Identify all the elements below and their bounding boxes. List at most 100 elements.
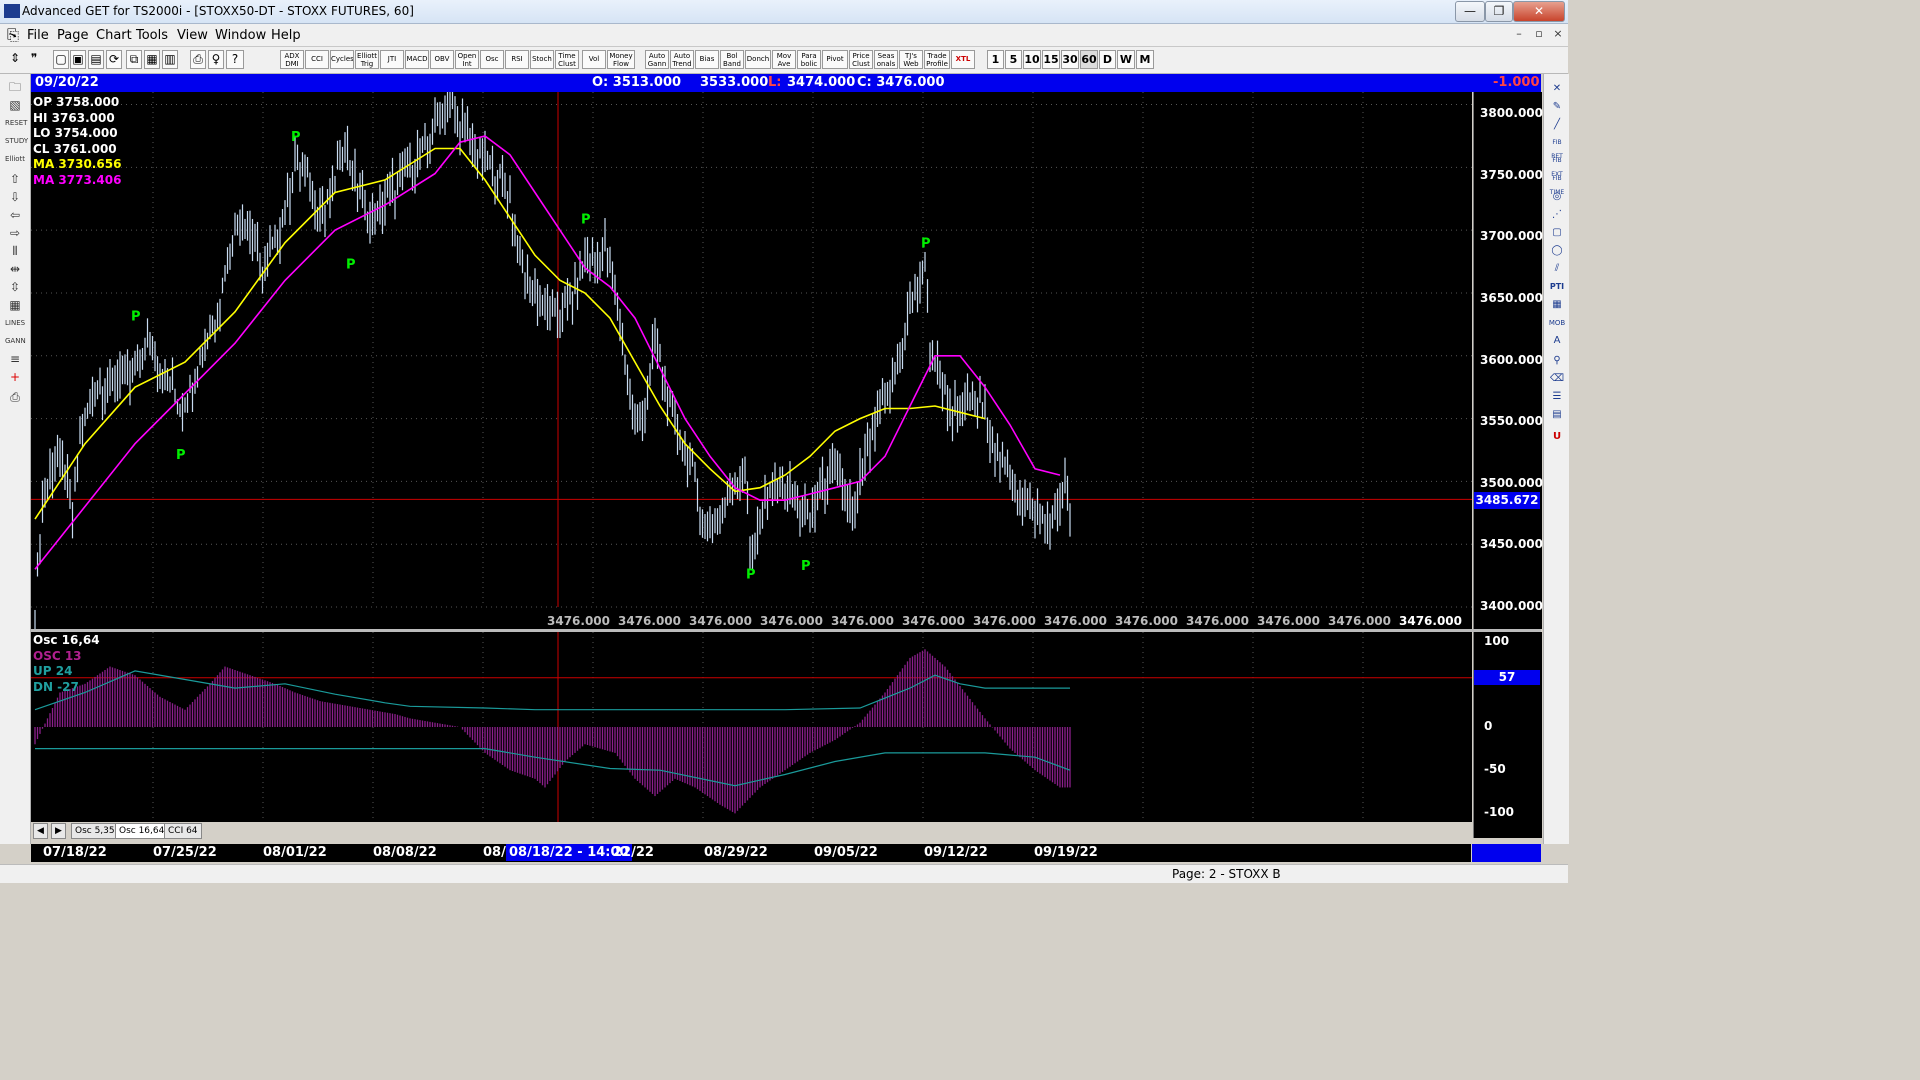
spiral-icon[interactable]: ◎	[1548, 190, 1566, 204]
fib-time-icon[interactable]: FIB TIME	[1548, 172, 1566, 196]
arrow-up-icon[interactable]: ⇧	[5, 172, 25, 187]
box-icon[interactable]: ▢	[1548, 226, 1566, 240]
pti-icon[interactable]: PTI	[1548, 280, 1566, 294]
tab-scroll-left-icon[interactable]: ◀	[33, 823, 48, 839]
study-icon[interactable]: STUDY	[5, 134, 28, 149]
new-page-icon[interactable]: ▢	[53, 50, 69, 69]
elliott-icon[interactable]: Elliott	[5, 152, 25, 167]
xtl-button[interactable]: XTL	[951, 50, 975, 69]
reset-icon[interactable]: RESET	[5, 116, 27, 131]
date-axis[interactable]: 07/18/22 07/25/22 08/01/22 08/08/22 08/ …	[31, 844, 1471, 862]
compare-icon[interactable]: ▧	[5, 98, 25, 113]
menu-view[interactable]: View	[177, 28, 208, 43]
vol-button[interactable]: Vol	[582, 50, 606, 69]
interval-w-button[interactable]: W	[1117, 50, 1135, 69]
zoom-icon[interactable]: ⚲	[1548, 354, 1566, 368]
eraser-icon[interactable]: ⌫	[1548, 372, 1566, 386]
auto-trend-button[interactable]: Auto Trend	[670, 50, 694, 69]
donch-button[interactable]: Donch	[745, 50, 771, 69]
close-drawing-icon[interactable]: ✕	[1548, 82, 1566, 96]
help-context-icon[interactable]: ?	[226, 50, 244, 69]
doc-icon[interactable]: ⎘	[7, 26, 19, 44]
notes-icon[interactable]: ▤	[1548, 408, 1566, 422]
expand-horizontal-icon[interactable]: ⇹	[5, 262, 25, 277]
grid-icon[interactable]: ▦	[144, 50, 160, 69]
menu-page[interactable]: Page	[57, 28, 88, 43]
lines-icon[interactable]: LINES	[5, 316, 25, 331]
tab-osc-16-64[interactable]: Osc 16,64	[115, 823, 169, 839]
menu-help[interactable]: Help	[271, 28, 301, 43]
layout-icon[interactable]: ▥	[162, 50, 178, 69]
macd-button[interactable]: MACD	[405, 50, 429, 69]
pointer-icon[interactable]: ⇕	[6, 50, 24, 69]
jti-button[interactable]: JTI	[380, 50, 404, 69]
trendline-icon[interactable]: ╱	[1548, 118, 1566, 132]
tab-scroll-right-icon[interactable]: ▶	[51, 823, 66, 839]
save-icon[interactable]: ▤	[88, 50, 104, 69]
osc-axis[interactable]: 100 0 -50 -100	[1473, 632, 1542, 838]
interval-10-button[interactable]: 10	[1023, 50, 1041, 69]
rsi-button[interactable]: RSI	[505, 50, 529, 69]
bol-band-button[interactable]: Bol Band	[720, 50, 744, 69]
maximize-button[interactable]: ❐	[1485, 1, 1513, 22]
text-tool-icon[interactable]: A	[1548, 334, 1566, 348]
tab-osc-5-35[interactable]: Osc 5,35	[71, 823, 119, 839]
fib-ret-icon[interactable]: FIB RET	[1548, 136, 1566, 160]
table-icon[interactable]: ▦	[5, 298, 25, 313]
menu-window[interactable]: Window	[215, 28, 266, 43]
ellipse-icon[interactable]: ◯	[1548, 244, 1566, 258]
interval-d-button[interactable]: D	[1099, 50, 1116, 69]
close-button[interactable]: ✕	[1513, 1, 1565, 22]
channel-icon[interactable]: ⫽	[1548, 262, 1566, 276]
list-icon[interactable]: ☰	[1548, 390, 1566, 404]
bias-button[interactable]: Bias	[695, 50, 719, 69]
cycles-button[interactable]: Cycles	[330, 50, 354, 69]
osc-button[interactable]: Osc	[480, 50, 504, 69]
stoch-button[interactable]: Stoch	[530, 50, 554, 69]
arrow-left-icon[interactable]: ⇦	[5, 208, 25, 223]
mdi-minimize-button[interactable]: –	[1511, 27, 1527, 42]
print-icon[interactable]: ⎙	[190, 50, 206, 69]
tab-cci-64[interactable]: CCI 64	[164, 823, 202, 839]
print-page-icon[interactable]: ⎙	[5, 390, 25, 405]
quote-icon[interactable]: ❞	[25, 50, 43, 69]
price-axis[interactable]: 3800.000 3750.000 3700.000 3650.000 3600…	[1473, 92, 1543, 629]
minimize-button[interactable]: —	[1455, 1, 1485, 22]
interval-5-button[interactable]: 5	[1005, 50, 1022, 69]
interval-60-button[interactable]: 60	[1080, 50, 1098, 69]
arrow-right-icon[interactable]: ⇨	[5, 226, 25, 241]
tjs-web-button[interactable]: TJ's Web	[899, 50, 923, 69]
fan-icon[interactable]: ⋰	[1548, 208, 1566, 222]
fib-ext-icon[interactable]: FIB EXT	[1548, 154, 1566, 178]
menu-file[interactable]: File	[27, 28, 49, 43]
refresh-icon[interactable]: ⟳	[106, 50, 122, 69]
menu-chart[interactable]: Chart	[96, 28, 132, 43]
hint-icon[interactable]: ♀	[208, 50, 224, 69]
gann-icon[interactable]: GANN	[5, 334, 26, 349]
menu-tools[interactable]: Tools	[136, 28, 168, 43]
open-icon[interactable]: ▣	[70, 50, 86, 69]
mov-ave-button[interactable]: Mov Ave	[772, 50, 796, 69]
elliott-trig-button[interactable]: Elliott Trig	[355, 50, 379, 69]
adx-dmi-button[interactable]: ADX DMI	[280, 50, 304, 69]
fib-icon[interactable]: ≡	[5, 352, 25, 367]
auto-gann-button[interactable]: Auto Gann	[645, 50, 669, 69]
time-clust-button[interactable]: Time Clust	[555, 50, 579, 69]
interval-m-button[interactable]: M	[1136, 50, 1154, 69]
interval-30-button[interactable]: 30	[1061, 50, 1079, 69]
money-flow-button[interactable]: Money Flow	[607, 50, 635, 69]
trade-profile-button[interactable]: Trade Profile	[924, 50, 950, 69]
interval-1-button[interactable]: 1	[987, 50, 1004, 69]
grid-tool-icon[interactable]: ▦	[1548, 298, 1566, 312]
obv-button[interactable]: OBV	[430, 50, 454, 69]
copy-icon[interactable]: ⧉	[126, 50, 142, 69]
pivot-button[interactable]: Pivot	[822, 50, 848, 69]
seasonals-button[interactable]: Seas onals	[874, 50, 898, 69]
expand-vertical-icon[interactable]: ⇳	[5, 280, 25, 295]
bars-icon[interactable]: ⫴	[5, 244, 25, 259]
mdi-restore-button[interactable]: ▫	[1531, 27, 1547, 42]
u-tool-icon[interactable]: U	[1548, 430, 1566, 444]
price-clust-button[interactable]: Price Clust	[849, 50, 873, 69]
oscillator-pane[interactable]: Osc 16,64 OSC 13 UP 24 DN -27	[31, 632, 1472, 822]
open-int-button[interactable]: Open Int	[455, 50, 479, 69]
